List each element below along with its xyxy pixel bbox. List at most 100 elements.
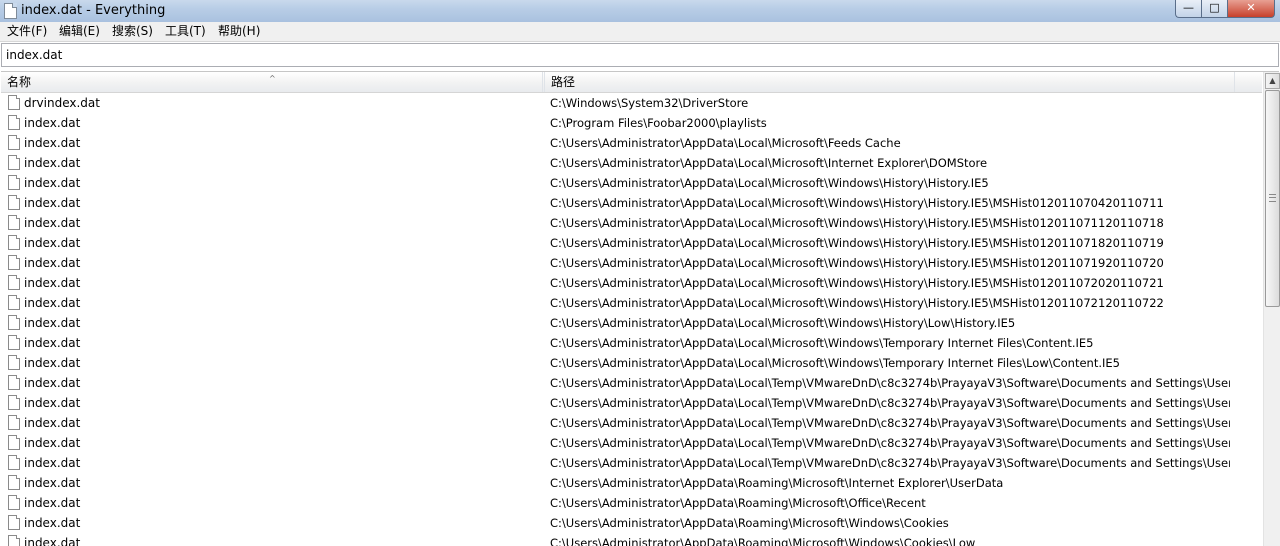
table-row[interactable]: index.dat C:\Users\Administrator\AppData\… xyxy=(1,133,1262,153)
table-row[interactable]: index.dat C:\Users\Administrator\AppData\… xyxy=(1,153,1262,173)
rows-container: drvindex.dat C:\Windows\System32\DriverSt… xyxy=(1,93,1262,546)
list-header: 名称 ^ 路径 xyxy=(1,72,1262,93)
file-name: index.dat xyxy=(24,296,81,310)
file-icon xyxy=(8,395,20,410)
file-name: index.dat xyxy=(24,136,81,150)
grip-icon xyxy=(1269,194,1276,202)
file-icon xyxy=(8,375,20,390)
file-icon xyxy=(8,115,20,130)
table-row[interactable]: drvindex.dat C:\Windows\System32\DriverSt… xyxy=(1,93,1262,113)
table-row[interactable]: index.dat C:\Users\Administrator\AppData\… xyxy=(1,273,1262,293)
file-icon xyxy=(8,315,20,330)
column-header-name-label: 名称 xyxy=(7,75,32,89)
file-icon xyxy=(8,475,20,490)
scroll-thumb[interactable] xyxy=(1265,90,1280,307)
table-row[interactable]: index.dat C:\Users\Administrator\AppData\… xyxy=(1,173,1262,193)
table-row[interactable]: index.dat C:\Users\Administrator\AppData\… xyxy=(1,193,1262,213)
file-path: C:\Users\Administrator\AppData\Roaming\M… xyxy=(550,476,1004,490)
minimize-button[interactable]: — xyxy=(1175,0,1201,18)
file-name: index.dat xyxy=(24,336,81,350)
file-path: C:\Users\Administrator\AppData\Local\Mic… xyxy=(550,356,1120,370)
file-name: index.dat xyxy=(24,176,81,190)
file-path: C:\Users\Administrator\AppData\Local\Tem… xyxy=(550,456,1230,470)
table-row[interactable]: index.dat C:\Users\Administrator\AppData\… xyxy=(1,393,1262,413)
file-icon xyxy=(8,135,20,150)
file-icon xyxy=(8,335,20,350)
menu-tools[interactable]: 工具(T) xyxy=(165,24,206,39)
file-name: index.dat xyxy=(24,416,81,430)
file-name: index.dat xyxy=(24,156,81,170)
file-path: C:\Program Files\Foobar2000\playlists xyxy=(550,116,767,130)
file-name: index.dat xyxy=(24,456,81,470)
menu-help[interactable]: 帮助(H) xyxy=(218,24,260,39)
table-row[interactable]: index.dat C:\Users\Administrator\AppData\… xyxy=(1,513,1262,533)
menu-edit[interactable]: 编辑(E) xyxy=(59,24,100,39)
file-path: C:\Users\Administrator\AppData\Local\Mic… xyxy=(550,216,1164,230)
file-name: index.dat xyxy=(24,196,81,210)
file-path: C:\Users\Administrator\AppData\Local\Tem… xyxy=(550,396,1230,410)
file-icon xyxy=(8,295,20,310)
table-row[interactable]: index.dat C:\Users\Administrator\AppData\… xyxy=(1,453,1262,473)
file-icon xyxy=(8,495,20,510)
title-bar[interactable]: index.dat - Everything — □ ✕ xyxy=(0,0,1280,23)
close-button[interactable]: ✕ xyxy=(1227,0,1275,18)
table-row[interactable]: index.dat C:\Users\Administrator\AppData\… xyxy=(1,493,1262,513)
file-icon xyxy=(8,435,20,450)
column-header-path-label: 路径 xyxy=(551,75,576,89)
file-icon xyxy=(8,175,20,190)
column-header-name[interactable]: 名称 ^ xyxy=(1,72,543,92)
file-icon xyxy=(8,255,20,270)
table-row[interactable]: index.dat C:\Users\Administrator\AppData\… xyxy=(1,413,1262,433)
file-name: index.dat xyxy=(24,256,81,270)
file-path: C:\Users\Administrator\AppData\Local\Tem… xyxy=(550,436,1230,450)
table-row[interactable]: index.dat C:\Users\Administrator\AppData\… xyxy=(1,533,1262,546)
table-row[interactable]: index.dat C:\Users\Administrator\AppData\… xyxy=(1,233,1262,253)
file-path: C:\Users\Administrator\AppData\Local\Mic… xyxy=(550,196,1164,210)
file-name: index.dat xyxy=(24,516,81,530)
table-row[interactable]: index.dat C:\Users\Administrator\AppData\… xyxy=(1,293,1262,313)
table-row[interactable]: index.dat C:\Users\Administrator\AppData\… xyxy=(1,313,1262,333)
file-path: C:\Users\Administrator\AppData\Roaming\M… xyxy=(550,496,926,510)
table-row[interactable]: index.dat C:\Users\Administrator\AppData\… xyxy=(1,253,1262,273)
maximize-button[interactable]: □ xyxy=(1201,0,1228,18)
table-row[interactable]: index.dat C:\Users\Administrator\AppData\… xyxy=(1,433,1262,453)
column-header-path[interactable]: 路径 xyxy=(544,72,1235,92)
file-path: C:\Users\Administrator\AppData\Local\Mic… xyxy=(550,136,901,150)
file-path: C:\Users\Administrator\AppData\Local\Mic… xyxy=(550,336,1094,350)
file-name: index.dat xyxy=(24,496,81,510)
file-name: index.dat xyxy=(24,536,81,546)
table-row[interactable]: index.dat C:\Program Files\Foobar2000\pla… xyxy=(1,113,1262,133)
table-row[interactable]: index.dat C:\Users\Administrator\AppData\… xyxy=(1,353,1262,373)
file-icon xyxy=(8,355,20,370)
results-list[interactable]: 名称 ^ 路径 drvindex.dat C:\Windows\System32\… xyxy=(1,71,1280,546)
file-name: index.dat xyxy=(24,356,81,370)
file-icon xyxy=(8,215,20,230)
file-name: index.dat xyxy=(24,236,81,250)
file-name: index.dat xyxy=(24,476,81,490)
file-path: C:\Windows\System32\DriverStore xyxy=(550,96,749,110)
file-path: C:\Users\Administrator\AppData\Local\Mic… xyxy=(550,236,1164,250)
search-input[interactable]: index.dat xyxy=(1,43,1279,67)
file-name: index.dat xyxy=(24,216,81,230)
file-icon xyxy=(8,235,20,250)
file-path: C:\Users\Administrator\AppData\Roaming\M… xyxy=(550,536,976,546)
file-name: index.dat xyxy=(24,396,81,410)
table-row[interactable]: index.dat C:\Users\Administrator\AppData\… xyxy=(1,473,1262,493)
sort-ascending-icon: ^ xyxy=(269,74,276,83)
file-name: index.dat xyxy=(24,436,81,450)
table-row[interactable]: index.dat C:\Users\Administrator\AppData\… xyxy=(1,213,1262,233)
file-name: index.dat xyxy=(24,316,81,330)
menu-search[interactable]: 搜索(S) xyxy=(112,24,153,39)
vertical-scrollbar[interactable]: ▲ xyxy=(1263,72,1280,546)
file-icon xyxy=(8,155,20,170)
file-icon xyxy=(8,535,20,546)
file-path: C:\Users\Administrator\AppData\Local\Mic… xyxy=(550,276,1164,290)
window-title: index.dat - Everything xyxy=(21,3,166,18)
file-name: drvindex.dat xyxy=(24,96,100,110)
file-icon xyxy=(8,455,20,470)
table-row[interactable]: index.dat C:\Users\Administrator\AppData\… xyxy=(1,373,1262,393)
scroll-up-button[interactable]: ▲ xyxy=(1265,73,1280,89)
menu-file[interactable]: 文件(F) xyxy=(7,24,47,39)
file-path: C:\Users\Administrator\AppData\Local\Mic… xyxy=(550,256,1164,270)
table-row[interactable]: index.dat C:\Users\Administrator\AppData\… xyxy=(1,333,1262,353)
